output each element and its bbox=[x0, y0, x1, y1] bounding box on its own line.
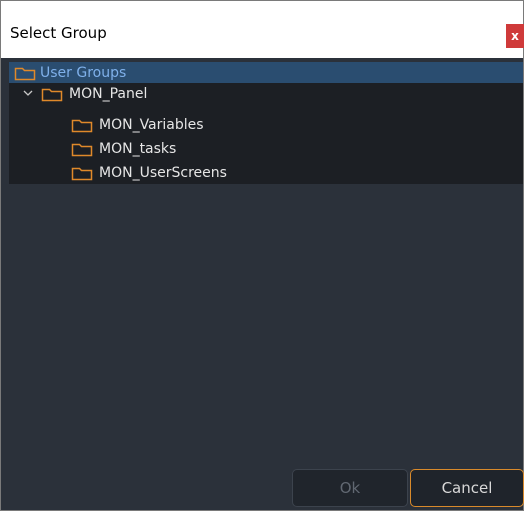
folder-icon bbox=[41, 88, 63, 102]
tree-node-label: User Groups bbox=[40, 64, 127, 81]
tree-node-mon-variables[interactable]: MON_Variables bbox=[9, 114, 523, 135]
cancel-button[interactable]: Cancel bbox=[410, 469, 524, 507]
tree-node-label: MON_UserScreens bbox=[99, 164, 227, 181]
chevron-down-icon[interactable] bbox=[22, 87, 34, 99]
select-group-dialog: Select Group x User Groups MON_Panel MON… bbox=[0, 0, 524, 511]
tree-node-label: MON_Variables bbox=[99, 116, 204, 133]
dialog-title: Select Group bbox=[10, 24, 107, 42]
folder-icon bbox=[71, 119, 93, 133]
ok-button-label: Ok bbox=[339, 479, 361, 497]
tree-node-mon-userscreens[interactable]: MON_UserScreens bbox=[9, 162, 523, 183]
tree-node-mon-panel[interactable]: MON_Panel bbox=[9, 83, 523, 104]
ok-button[interactable]: Ok bbox=[292, 469, 408, 507]
tree-node-user-groups[interactable]: User Groups bbox=[9, 62, 523, 83]
title-bar: Select Group x bbox=[1, 1, 524, 58]
folder-icon bbox=[14, 67, 36, 81]
folder-icon bbox=[71, 167, 93, 181]
close-icon: x bbox=[511, 29, 519, 43]
tree-node-mon-tasks[interactable]: MON_tasks bbox=[9, 138, 523, 159]
tree-node-label: MON_Panel bbox=[69, 85, 148, 102]
close-button[interactable]: x bbox=[506, 24, 524, 48]
folder-icon bbox=[71, 143, 93, 157]
tree-node-label: MON_tasks bbox=[99, 140, 177, 157]
group-tree[interactable]: User Groups MON_Panel MON_Variables MON_… bbox=[9, 62, 523, 184]
cancel-button-label: Cancel bbox=[441, 479, 493, 497]
